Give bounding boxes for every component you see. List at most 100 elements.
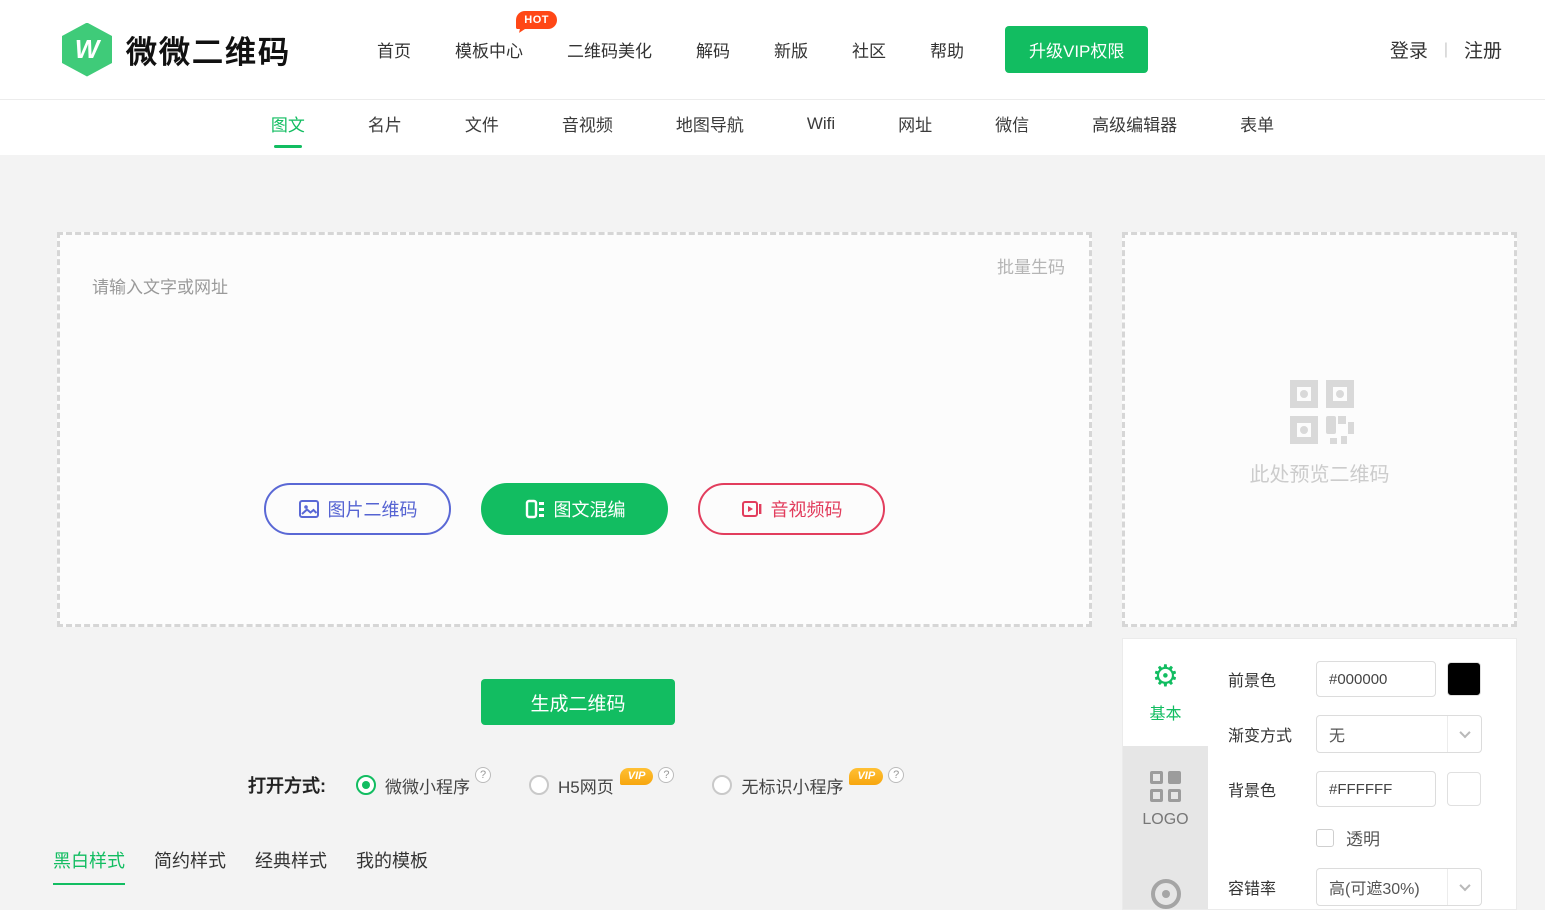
tab-wifi[interactable]: Wifi [807, 106, 835, 150]
foreground-color-row: 前景色 [1228, 661, 1498, 697]
radio-option-mini-program[interactable]: 微微小程序 ? [356, 773, 491, 798]
chevron-down-icon [1447, 869, 1481, 905]
gradient-row: 渐变方式 无 [1228, 715, 1498, 753]
foreground-color-input[interactable] [1316, 661, 1436, 697]
rail-item-logo[interactable]: LOGO [1123, 746, 1208, 853]
brand-logo[interactable]: W 微微二维码 [62, 23, 291, 77]
tab-text[interactable]: 图文 [271, 103, 305, 152]
tab-url[interactable]: 网址 [898, 103, 932, 152]
tab-media[interactable]: 音视频 [562, 103, 613, 152]
auth-links: 登录 | 注册 [1390, 36, 1502, 63]
radio-option-h5-page[interactable]: H5网页 VIP ? [529, 773, 674, 798]
gradient-value: 无 [1317, 722, 1447, 746]
nav-item-new-version[interactable]: 新版 [774, 37, 808, 62]
rail-item-eye-style[interactable] [1123, 853, 1208, 909]
brand-name: 微微二维码 [126, 27, 291, 72]
radio-icon[interactable] [529, 775, 549, 795]
image-qr-label: 图片二维码 [328, 496, 418, 522]
media-qr-button[interactable]: 音视频码 [698, 483, 885, 535]
settings-rail: ⚙ 基本 LOGO [1123, 639, 1208, 909]
rail-label-basic: 基本 [1149, 700, 1181, 724]
background-color-swatch[interactable] [1447, 772, 1481, 806]
style-tab-classic[interactable]: 经典样式 [255, 847, 327, 885]
transparent-label: 透明 [1346, 825, 1380, 850]
main-nav: 首页 模板中心 HOT 二维码美化 解码 新版 社区 帮助 [377, 37, 964, 62]
qr-type-tabs: 图文 名片 文件 音视频 地图导航 Wifi 网址 微信 高级编辑器 表单 [0, 100, 1545, 155]
nav-label: 解码 [696, 42, 730, 61]
mixed-text-image-button[interactable]: 图文混编 [481, 483, 668, 535]
error-correction-value: 高(可遮30%) [1317, 875, 1447, 899]
tab-map[interactable]: 地图导航 [676, 103, 744, 152]
error-correction-select[interactable]: 高(可遮30%) [1316, 868, 1482, 906]
transparent-checkbox[interactable] [1316, 829, 1334, 847]
radio-label: H5网页 [558, 773, 614, 798]
radio-label: 微微小程序 [385, 773, 470, 798]
nav-item-community[interactable]: 社区 [852, 37, 886, 62]
gear-icon: ⚙ [1152, 662, 1179, 692]
nav-item-help[interactable]: 帮助 [930, 37, 964, 62]
media-qr-label: 音视频码 [771, 496, 843, 522]
qr-placeholder-icon [1282, 372, 1358, 448]
login-link[interactable]: 登录 [1390, 36, 1428, 63]
nav-item-home[interactable]: 首页 [377, 37, 411, 62]
foreground-color-swatch[interactable] [1447, 662, 1481, 696]
bullseye-icon [1151, 879, 1181, 909]
logo-letter: W [75, 34, 100, 65]
qr-preview-panel: 此处预览二维码 [1122, 232, 1517, 627]
auth-divider: | [1444, 41, 1448, 59]
hot-badge: HOT [516, 11, 557, 29]
help-icon[interactable]: ? [888, 767, 904, 783]
tab-advanced-editor[interactable]: 高级编辑器 [1092, 103, 1177, 152]
radio-icon[interactable] [712, 775, 732, 795]
help-icon[interactable]: ? [475, 767, 491, 783]
nav-label: 二维码美化 [567, 42, 652, 61]
background-color-row: 背景色 [1228, 771, 1498, 807]
nav-item-beautify[interactable]: 二维码美化 [567, 37, 652, 62]
tab-file[interactable]: 文件 [465, 103, 499, 152]
foreground-color-label: 前景色 [1228, 667, 1316, 691]
style-tabs: 黑白样式 简约样式 经典样式 我的模板 [53, 847, 428, 885]
help-icon[interactable]: ? [658, 767, 674, 783]
upgrade-vip-button[interactable]: 升级VIP权限 [1005, 26, 1148, 73]
image-qr-button[interactable]: 图片二维码 [264, 483, 451, 535]
nav-label: 社区 [852, 42, 886, 61]
tab-form[interactable]: 表单 [1240, 103, 1274, 152]
radio-label: 无标识小程序 [741, 773, 843, 798]
content-textarea[interactable] [92, 273, 992, 443]
nav-label: 帮助 [930, 42, 964, 61]
style-tab-my-templates[interactable]: 我的模板 [356, 847, 428, 885]
open-mode-row: 打开方式: 微微小程序 ? H5网页 VIP ? 无标识小程序 VIP ? [248, 772, 942, 798]
picture-icon [298, 498, 320, 520]
radio-icon-selected[interactable] [356, 775, 376, 795]
mode-button-row: 图片二维码 图文混编 音视频码 [60, 483, 1089, 535]
preview-placeholder-text: 此处预览二维码 [1250, 458, 1390, 487]
register-link[interactable]: 注册 [1464, 36, 1502, 63]
header: W 微微二维码 首页 模板中心 HOT 二维码美化 解码 新版 社区 帮助 升级… [0, 0, 1545, 100]
background-color-input[interactable] [1316, 771, 1436, 807]
rail-item-basic[interactable]: ⚙ 基本 [1123, 639, 1208, 746]
logo-grid-icon [1150, 771, 1182, 803]
mixed-layout-icon [524, 498, 546, 520]
generate-qr-button[interactable]: 生成二维码 [481, 679, 675, 725]
video-icon [741, 498, 763, 520]
nav-label: 首页 [377, 42, 411, 61]
rail-label-logo: LOGO [1142, 811, 1188, 829]
qr-settings-panel: ⚙ 基本 LOGO 前景色 渐变方式 无 [1122, 638, 1517, 910]
nav-item-decode[interactable]: 解码 [696, 37, 730, 62]
error-correction-row: 容错率 高(可遮30%) [1228, 868, 1498, 906]
vip-badge: VIP [849, 768, 883, 785]
tab-wechat[interactable]: 微信 [995, 103, 1029, 152]
mixed-text-image-label: 图文混编 [554, 496, 626, 522]
nav-item-template-center[interactable]: 模板中心 HOT [455, 37, 523, 62]
settings-content: 前景色 渐变方式 无 背景色 透明 容 [1208, 639, 1516, 909]
radio-option-unbranded-mini-program[interactable]: 无标识小程序 VIP ? [712, 773, 904, 798]
page: W 微微二维码 首页 模板中心 HOT 二维码美化 解码 新版 社区 帮助 升级… [0, 0, 1545, 910]
error-correction-label: 容错率 [1228, 875, 1316, 899]
nav-label: 新版 [774, 42, 808, 61]
style-tab-simple[interactable]: 简约样式 [154, 847, 226, 885]
gradient-select[interactable]: 无 [1316, 715, 1482, 753]
style-tab-black-white[interactable]: 黑白样式 [53, 847, 125, 885]
batch-generate-link[interactable]: 批量生码 [997, 253, 1065, 278]
chevron-down-icon [1447, 716, 1481, 752]
tab-business-card[interactable]: 名片 [368, 103, 402, 152]
